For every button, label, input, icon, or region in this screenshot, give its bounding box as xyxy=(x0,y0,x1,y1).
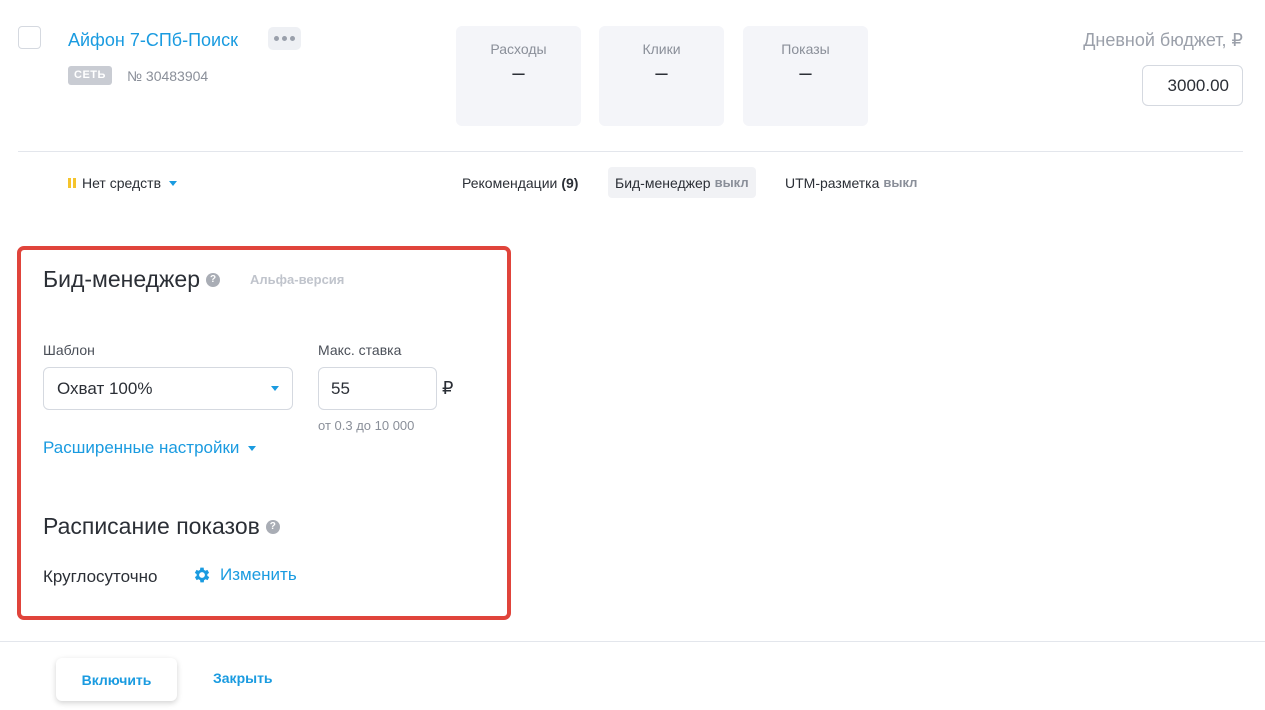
tab-utm-label: UTM-разметка xyxy=(785,174,880,191)
bid-manager-title-text: Бид-менеджер xyxy=(43,266,201,292)
tab-recommendations[interactable]: Рекомендации (9) xyxy=(455,167,585,198)
stat-impressions-value: – xyxy=(799,60,812,85)
pause-icon xyxy=(68,178,76,188)
help-icon[interactable]: ? xyxy=(265,519,280,534)
tab-bid-manager[interactable]: Бид-менеджер выкл xyxy=(608,167,756,198)
tab-utm-state: выкл xyxy=(883,175,918,190)
bid-manager-title: Бид-менеджер ? xyxy=(43,266,221,293)
daily-budget-input[interactable]: 3000.00 xyxy=(1142,65,1243,106)
help-icon[interactable]: ? xyxy=(206,272,221,287)
advanced-settings-text: Расширенные настройки xyxy=(43,438,240,457)
caret-down-icon xyxy=(248,445,257,451)
tab-utm[interactable]: UTM-разметка выкл xyxy=(778,167,924,198)
more-dots-icon-3 xyxy=(290,36,295,41)
advanced-settings-link[interactable]: Расширенные настройки xyxy=(43,438,257,458)
campaign-name-link[interactable]: Айфон 7-СПб-Поиск xyxy=(68,30,238,51)
currency-symbol: ₽ xyxy=(442,378,454,398)
schedule-title: Расписание показов ? xyxy=(43,513,280,540)
stat-clicks-value: – xyxy=(655,60,668,85)
schedule-value: Круглосуточно xyxy=(43,567,158,586)
footer-divider xyxy=(0,641,1265,642)
schedule-title-text: Расписание показов xyxy=(43,513,260,539)
caret-down-icon xyxy=(169,180,178,186)
stat-impressions-label: Показы xyxy=(781,41,830,57)
stat-expenses: Расходы – xyxy=(456,26,581,126)
tab-recommendations-count: (9) xyxy=(561,174,579,191)
template-select[interactable]: Охват 100% xyxy=(43,367,293,410)
more-dots-icon xyxy=(274,36,279,41)
more-actions-button[interactable] xyxy=(268,27,301,50)
divider xyxy=(18,151,1243,152)
stat-expenses-label: Расходы xyxy=(490,41,547,57)
network-badge: СЕТЬ xyxy=(68,66,112,85)
max-bid-input[interactable]: 55 xyxy=(318,367,437,410)
schedule-change-text: Изменить xyxy=(220,565,297,584)
campaign-checkbox[interactable] xyxy=(18,26,41,49)
gear-icon xyxy=(194,567,210,583)
enable-button[interactable]: Включить xyxy=(56,658,177,701)
template-select-value: Охват 100% xyxy=(57,378,153,398)
status-dropdown[interactable]: Нет средств xyxy=(68,175,178,191)
close-button[interactable]: Закрыть xyxy=(213,670,273,686)
more-dots-icon-2 xyxy=(282,36,287,41)
stat-clicks: Клики – xyxy=(599,26,724,126)
template-label: Шаблон xyxy=(43,342,95,358)
bid-range-hint: от 0.3 до 10 000 xyxy=(318,418,415,433)
caret-down-icon xyxy=(271,386,279,391)
stat-expenses-value: – xyxy=(512,60,525,85)
tab-recommendations-label: Рекомендации xyxy=(462,174,558,191)
bid-manager-panel-highlight xyxy=(17,246,511,620)
status-text: Нет средств xyxy=(82,175,162,191)
schedule-change-link[interactable]: Изменить xyxy=(192,565,297,585)
alpha-badge: Альфа-версия xyxy=(250,272,345,287)
stat-impressions: Показы – xyxy=(743,26,868,126)
stat-clicks-label: Клики xyxy=(642,41,681,57)
campaign-id: № 30483904 xyxy=(127,68,209,84)
tab-bid-manager-label: Бид-менеджер xyxy=(615,174,711,191)
daily-budget-label: Дневной бюджет, ₽ xyxy=(1083,30,1243,50)
max-bid-label: Макс. ставка xyxy=(318,342,402,358)
tab-bid-manager-state: выкл xyxy=(714,175,749,190)
